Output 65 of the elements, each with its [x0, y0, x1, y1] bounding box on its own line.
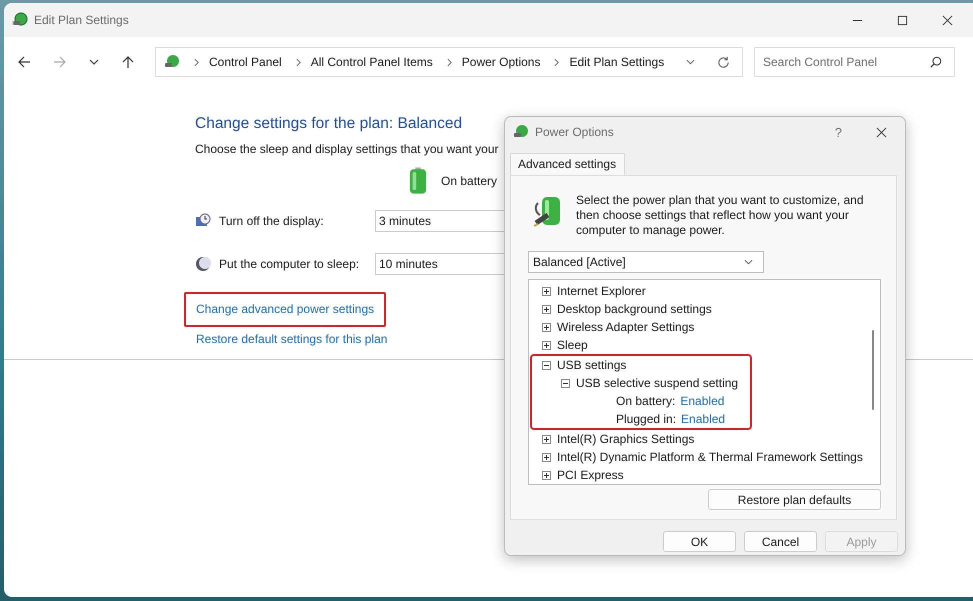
- window-title: Edit Plan Settings: [34, 13, 129, 27]
- close-icon[interactable]: [876, 126, 887, 138]
- address-bar[interactable]: Control Panel All Control Panel Items Power Options Edit Plan Settings: [155, 47, 743, 77]
- chevron-right-icon: [554, 58, 560, 66]
- expand-icon[interactable]: [542, 470, 551, 480]
- help-button[interactable]: ?: [834, 124, 842, 140]
- chevron-right-icon: [296, 58, 301, 66]
- chevron-down-icon[interactable]: [89, 59, 99, 65]
- chevron-right-icon: [194, 58, 199, 66]
- refresh-icon[interactable]: [717, 56, 730, 68]
- collapse-icon[interactable]: [561, 378, 570, 388]
- breadcrumb-item[interactable]: Control Panel: [209, 55, 282, 69]
- tree-item[interactable]: Sleep: [557, 338, 588, 352]
- battery-icon: [409, 167, 427, 195]
- maximize-icon[interactable]: [897, 14, 908, 26]
- expand-icon[interactable]: [542, 286, 551, 296]
- column-heading: On battery: [441, 174, 498, 188]
- power-plug-icon: [164, 54, 180, 70]
- breadcrumb-item[interactable]: Edit Plan Settings: [569, 55, 664, 69]
- tree-item[interactable]: Internet Explorer: [557, 284, 646, 298]
- expand-icon[interactable]: [542, 340, 551, 350]
- tree-item[interactable]: Intel(R) Dynamic Platform & Thermal Framework Settings: [557, 450, 863, 464]
- breadcrumb-item[interactable]: Power Options: [462, 55, 540, 69]
- expand-icon[interactable]: [542, 434, 551, 444]
- chevron-right-icon: [446, 58, 452, 66]
- expand-icon[interactable]: [542, 322, 551, 332]
- tree-item[interactable]: Wireless Adapter Settings: [557, 320, 694, 334]
- search-field[interactable]: Search Control Panel: [754, 47, 955, 77]
- scrollbar-thumb[interactable]: [872, 330, 874, 410]
- setting-label: Put the computer to sleep:: [219, 257, 360, 271]
- expand-icon[interactable]: [542, 452, 551, 462]
- up-arrow-icon[interactable]: [121, 55, 135, 69]
- tree-item[interactable]: PCI Express: [557, 468, 624, 482]
- collapse-icon[interactable]: [542, 360, 551, 370]
- setting-label: On battery:: [616, 394, 676, 408]
- dialog-button[interactable]: Cancel: [744, 531, 817, 552]
- plan-dropdown[interactable]: Balanced [Active]: [528, 251, 764, 273]
- link[interactable]: Restore default settings for this plan: [196, 332, 388, 346]
- value-link[interactable]: Enabled: [680, 394, 724, 408]
- back-arrow-icon[interactable]: [17, 55, 31, 69]
- power-plug-icon: [12, 12, 28, 28]
- moon-icon: [195, 256, 211, 272]
- chevron-down-icon[interactable]: [686, 59, 695, 65]
- setting-label: Plugged in:: [616, 412, 676, 426]
- chevron-down-icon: [744, 259, 753, 265]
- close-icon[interactable]: [942, 14, 953, 26]
- tree-item[interactable]: USB settings: [557, 358, 626, 372]
- description-text: Choose the sleep and display settings that you want your: [195, 142, 499, 156]
- page-heading: Change settings for the plan: Balanced: [195, 115, 462, 133]
- breadcrumb-item[interactable]: All Control Panel Items: [310, 55, 433, 69]
- value-link[interactable]: Enabled: [681, 412, 726, 426]
- link[interactable]: Change advanced power settings: [196, 302, 374, 316]
- expand-icon[interactable]: [542, 304, 551, 314]
- dialog-title: Power Options: [535, 125, 614, 139]
- tree-item[interactable]: Intel(R) Graphics Settings: [557, 432, 694, 446]
- restore-defaults-button[interactable]: Restore plan defaults: [708, 489, 881, 510]
- monitor-clock-icon: [195, 213, 211, 229]
- power-plug-icon: [513, 124, 529, 140]
- search-icon: [930, 56, 942, 68]
- instruction-text: Select the power plan that you want to customize, and then choose settings that reflect how you want your computer to manage power.: [576, 193, 865, 238]
- tab[interactable]: Advanced settings: [510, 153, 626, 175]
- tree-item[interactable]: Desktop background settings: [557, 302, 712, 316]
- tree-item[interactable]: USB selective suspend setting: [576, 376, 738, 390]
- setting-label: Turn off the display:: [219, 214, 325, 228]
- dialog-button[interactable]: OK: [663, 531, 736, 552]
